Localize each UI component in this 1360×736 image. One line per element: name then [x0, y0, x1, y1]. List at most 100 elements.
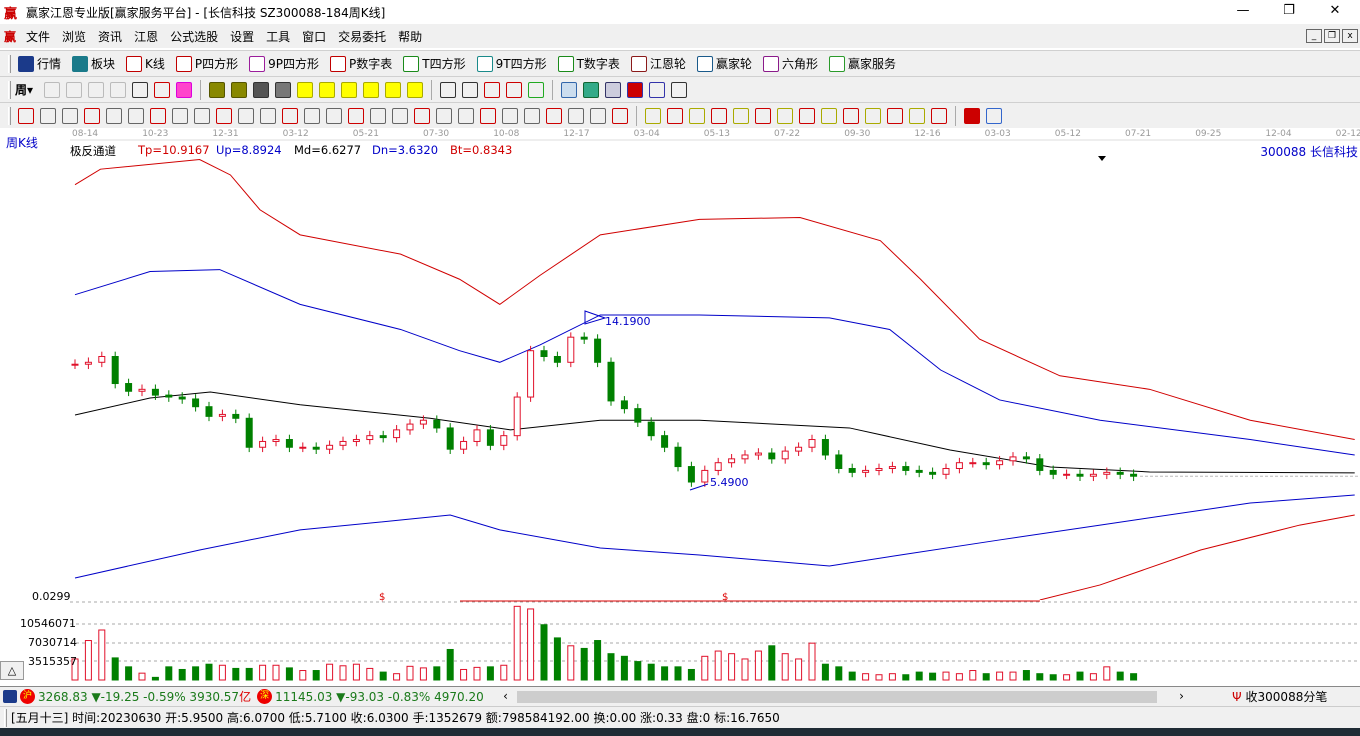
- taiji-icon[interactable]: [964, 107, 980, 124]
- analysis-tool-icon[interactable]: [843, 107, 859, 124]
- crosshair-icon[interactable]: [462, 81, 479, 98]
- toolbar-button[interactable]: 赢家轮: [694, 55, 752, 72]
- menu-item[interactable]: 浏览: [56, 28, 92, 45]
- menu-item[interactable]: 文件: [20, 28, 56, 45]
- analysis-tool-icon[interactable]: [931, 107, 947, 124]
- menu-item[interactable]: 帮助: [392, 28, 428, 45]
- analysis-tool-icon[interactable]: [689, 107, 705, 124]
- analysis-tool-icon[interactable]: [733, 107, 749, 124]
- toolbar-grip[interactable]: [8, 80, 11, 99]
- toolbar-button[interactable]: 江恩轮: [628, 55, 686, 72]
- toolbar-grip[interactable]: [8, 54, 11, 73]
- toolbar-button[interactable]: 赢家服务: [826, 55, 896, 72]
- menu-item[interactable]: 公式选股: [164, 28, 224, 45]
- move-left-icon[interactable]: [297, 81, 314, 98]
- collapse-panel-button[interactable]: △: [0, 661, 24, 680]
- drawing-tool-icon[interactable]: [568, 107, 584, 124]
- flag-icon[interactable]: [176, 81, 193, 98]
- drawing-tool-icon[interactable]: [370, 107, 386, 124]
- drawing-tool-icon[interactable]: [612, 107, 628, 124]
- menu-item[interactable]: 窗口: [296, 28, 332, 45]
- toolbar-button[interactable]: T四方形: [400, 55, 466, 72]
- analysis-tool-icon[interactable]: [777, 107, 793, 124]
- analysis-tool-icon[interactable]: [755, 107, 771, 124]
- scroll-left-button[interactable]: ‹: [503, 689, 508, 703]
- menu-item[interactable]: 交易委托: [332, 28, 392, 45]
- move-right-icon[interactable]: [319, 81, 336, 98]
- app-menu-icon[interactable]: 赢: [4, 28, 16, 45]
- toolbar-button[interactable]: 板块: [69, 55, 115, 72]
- analysis-tool-icon[interactable]: [821, 107, 837, 124]
- restore-button[interactable]: ❐: [1266, 0, 1312, 22]
- save-icon[interactable]: [627, 81, 644, 98]
- drawing-tool-icon[interactable]: [304, 107, 320, 124]
- infinity-icon[interactable]: [986, 107, 1002, 124]
- drawing-tool-icon[interactable]: [546, 107, 562, 124]
- chart-canvas[interactable]: $ $: [0, 128, 1360, 686]
- mdi-restore-button[interactable]: ❐: [1324, 29, 1340, 43]
- menu-item[interactable]: 资讯: [92, 28, 128, 45]
- toolbar-button[interactable]: P四方形: [173, 55, 238, 72]
- disabled-tool-icon[interactable]: [88, 81, 105, 98]
- export-icon[interactable]: [671, 81, 688, 98]
- calculator-icon[interactable]: [583, 81, 600, 98]
- shrink-icon[interactable]: [407, 81, 424, 98]
- toolbar-grip[interactable]: [8, 106, 11, 125]
- analysis-tool-icon[interactable]: [909, 107, 925, 124]
- next-icon[interactable]: [275, 81, 292, 98]
- first-bar-icon[interactable]: [209, 81, 226, 98]
- drawing-tool-icon[interactable]: [172, 107, 188, 124]
- menu-item[interactable]: 江恩: [128, 28, 164, 45]
- network-icon[interactable]: [649, 81, 666, 98]
- drawing-tool-icon[interactable]: [348, 107, 364, 124]
- section-icon[interactable]: [506, 81, 523, 98]
- toolbar-button[interactable]: 行情: [15, 55, 61, 72]
- analysis-tool-icon[interactable]: [645, 107, 661, 124]
- drawing-tool-icon[interactable]: [502, 107, 518, 124]
- drawing-tool-icon[interactable]: [458, 107, 474, 124]
- menu-item[interactable]: 设置: [224, 28, 260, 45]
- drawing-tool-icon[interactable]: [84, 107, 100, 124]
- drawing-tool-icon[interactable]: [18, 107, 34, 124]
- drawing-tool-icon[interactable]: [40, 107, 56, 124]
- analysis-tool-icon[interactable]: [865, 107, 881, 124]
- prev-icon[interactable]: [253, 81, 270, 98]
- sz-index-quote[interactable]: 11145.03 ▼-93.03 -0.83% 4970.20: [275, 690, 497, 704]
- analysis-tool-icon[interactable]: [887, 107, 903, 124]
- zoom-out-icon[interactable]: [363, 81, 380, 98]
- scroll-right-button[interactable]: ›: [1179, 689, 1184, 703]
- drawing-tool-icon[interactable]: [194, 107, 210, 124]
- drawing-tool-icon[interactable]: [392, 107, 408, 124]
- wave-icon[interactable]: [528, 81, 545, 98]
- drawing-tool-icon[interactable]: [216, 107, 232, 124]
- calendar-icon[interactable]: [561, 81, 578, 98]
- toolbar-button[interactable]: 六角形: [760, 55, 818, 72]
- disabled-tool-icon[interactable]: [44, 81, 61, 98]
- period-dropdown[interactable]: 周 ▾: [15, 81, 33, 98]
- analysis-tool-icon[interactable]: [799, 107, 815, 124]
- expand-icon[interactable]: [385, 81, 402, 98]
- drawing-tool-icon[interactable]: [150, 107, 166, 124]
- drawing-tool-icon[interactable]: [282, 107, 298, 124]
- drawing-tool-icon[interactable]: [524, 107, 540, 124]
- toolbar-button[interactable]: T数字表: [555, 55, 620, 72]
- disabled-tool-icon[interactable]: [110, 81, 127, 98]
- candle-type-icon[interactable]: [132, 81, 149, 98]
- mdi-close-button[interactable]: x: [1342, 29, 1358, 43]
- analysis-tool-icon[interactable]: [667, 107, 683, 124]
- drawing-tool-icon[interactable]: [128, 107, 144, 124]
- toolbar-button[interactable]: 9T四方形: [474, 55, 547, 72]
- ticker-scrollbar[interactable]: ‹ ›: [499, 688, 1215, 705]
- zoom-in-icon[interactable]: [341, 81, 358, 98]
- last-bar-icon[interactable]: [231, 81, 248, 98]
- refresh-icon[interactable]: [154, 81, 171, 98]
- kline-chart[interactable]: $ $ 周K线 08-14 10-23 12-31 03-12 05-21 07-30 10-…: [0, 128, 1360, 686]
- drawing-tool-icon[interactable]: [480, 107, 496, 124]
- drawing-tool-icon[interactable]: [238, 107, 254, 124]
- quote-table-icon[interactable]: [3, 690, 17, 703]
- drawing-tool-icon[interactable]: [436, 107, 452, 124]
- toolbar-button[interactable]: 9P四方形: [246, 55, 319, 72]
- drawing-tool-icon[interactable]: [106, 107, 122, 124]
- drawing-tool-icon[interactable]: [590, 107, 606, 124]
- drawing-tool-icon[interactable]: [414, 107, 430, 124]
